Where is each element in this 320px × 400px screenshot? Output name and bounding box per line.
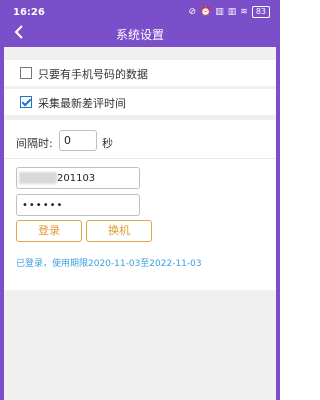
page-title: 系统设置 [115, 28, 164, 42]
interval-unit: 秒 [102, 137, 113, 150]
wifi-icon: ≋ [240, 7, 248, 17]
bluetooth-icon: ⊘ [188, 7, 197, 17]
status-icons: ⊘ ⏰ ▥ ▥ ≋ 83 [188, 6, 270, 18]
option-row-phone-only[interactable]: 只要有手机号码的数据 [4, 60, 276, 86]
interval-label: 间隔时: [16, 137, 53, 150]
switch-device-button[interactable]: 换机 [86, 220, 152, 242]
frame-right-edge [276, 47, 280, 400]
signal-icon-2: ▥ [227, 7, 237, 17]
option-row-latest-review[interactable]: 采集最新差评时间 [4, 89, 276, 115]
login-status-message: 已登录，使用期限2020-11-03至2022-11-03 [16, 259, 202, 269]
phone-only-checkbox[interactable] [20, 67, 32, 79]
latest-review-checkbox[interactable] [20, 96, 32, 108]
signal-icon: ▥ [215, 7, 224, 17]
battery-icon: 83 [251, 6, 270, 18]
redacted-username-part [19, 172, 57, 184]
divider [4, 158, 276, 159]
phone-only-label: 只要有手机号码的数据 [38, 68, 148, 81]
interval-input[interactable] [59, 130, 97, 151]
status-time: 16:26 [13, 7, 45, 18]
password-field[interactable] [16, 194, 140, 216]
alarm-icon: ⏰ [200, 7, 212, 17]
latest-review-label: 采集最新差评时间 [38, 97, 126, 110]
login-button[interactable]: 登录 [16, 220, 82, 242]
